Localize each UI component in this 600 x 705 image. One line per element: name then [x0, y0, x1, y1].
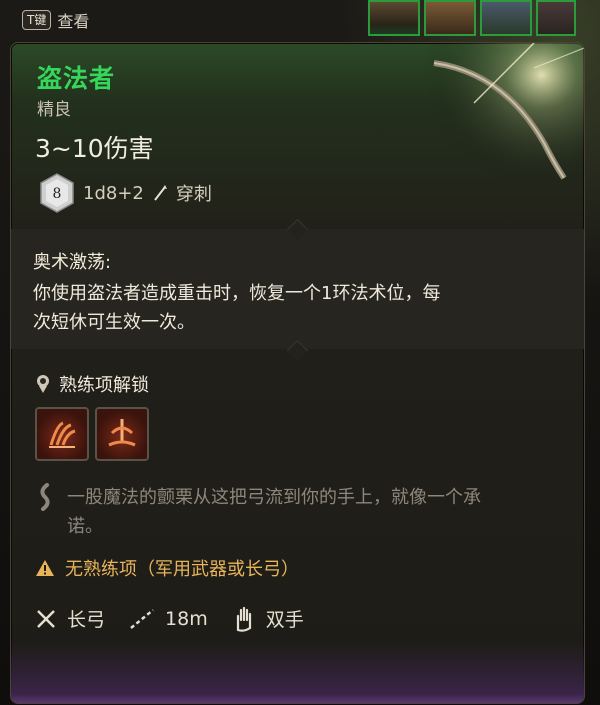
- flavor-text: 一股魔法的颤栗从这把弓流到你的手上，就像一个承 诺。: [67, 483, 567, 541]
- damage-dice-row: 8 1d8+2 穿刺: [39, 173, 212, 213]
- damage-range: 3~10伤害: [35, 134, 154, 163]
- weapon-stats: 长弓 18m 双手: [35, 605, 328, 632]
- handedness: 双手: [265, 609, 304, 631]
- bow-artwork: [414, 43, 584, 203]
- hotkey-hint[interactable]: T键 查看: [22, 6, 89, 34]
- item-tooltip: 盗法者 精良 3~10伤害 8 1d8+2 穿刺 奥术激荡: 你使用盗法者造成重…: [10, 42, 585, 704]
- medal-icon: [37, 375, 49, 393]
- range-icon: [130, 608, 154, 629]
- proficiency-label: 熟练项解锁: [59, 375, 149, 396]
- item-name: 盗法者: [37, 64, 116, 93]
- dice-formula: 1d8+2: [83, 182, 144, 204]
- item-rarity: 精良: [37, 100, 71, 120]
- warning-icon: [36, 560, 54, 576]
- party-portraits: [368, 0, 576, 38]
- weapon-type: 长弓: [67, 609, 106, 631]
- party-portrait[interactable]: [368, 0, 420, 36]
- piercing-shot-icon[interactable]: [95, 407, 149, 461]
- piercing-icon: [154, 185, 167, 201]
- proficiency-unlock: 熟练项解锁: [35, 371, 149, 397]
- dice-face: 8: [53, 186, 62, 202]
- range-stat: 18m: [129, 608, 208, 630]
- crossed-weapons-icon: [37, 609, 55, 628]
- flavor-text-line: 诺。: [67, 516, 103, 537]
- warning-text: 无熟练项（军用武器或长弓）: [65, 559, 299, 580]
- quill-icon: [40, 483, 50, 511]
- proficiency-actions: [35, 407, 149, 461]
- flavor-text-line: 一股魔法的颤栗从这把弓流到你的手上，就像一个承: [67, 487, 481, 508]
- ability-description-line: 你使用盗法者造成重击时，恢复一个1环法术位，每: [33, 283, 441, 304]
- ability-name: 奥术激荡:: [33, 252, 112, 273]
- d8-dice-icon: 8: [40, 173, 74, 213]
- hotkey-label: 查看: [57, 12, 90, 31]
- hamstring-shot-icon[interactable]: [35, 407, 89, 461]
- hotkey-key: T键: [22, 10, 52, 30]
- weapon-type-stat: 长弓: [35, 605, 105, 632]
- party-portrait[interactable]: [536, 0, 576, 36]
- ability-description: 你使用盗法者造成重击时，恢复一个1环法术位，每 次短休可生效一次。: [33, 279, 533, 337]
- damage-type: 穿刺: [175, 184, 212, 205]
- weapon-range: 18m: [165, 607, 208, 630]
- hand-icon: [236, 606, 251, 632]
- party-portrait[interactable]: [480, 0, 532, 36]
- party-portrait[interactable]: [424, 0, 476, 36]
- rarity-glow: [11, 643, 584, 703]
- handedness-stat: 双手: [232, 605, 304, 632]
- ability-description-line: 次短休可生效一次。: [33, 312, 195, 333]
- proficiency-warning: 无熟练项（军用武器或长弓）: [35, 555, 299, 581]
